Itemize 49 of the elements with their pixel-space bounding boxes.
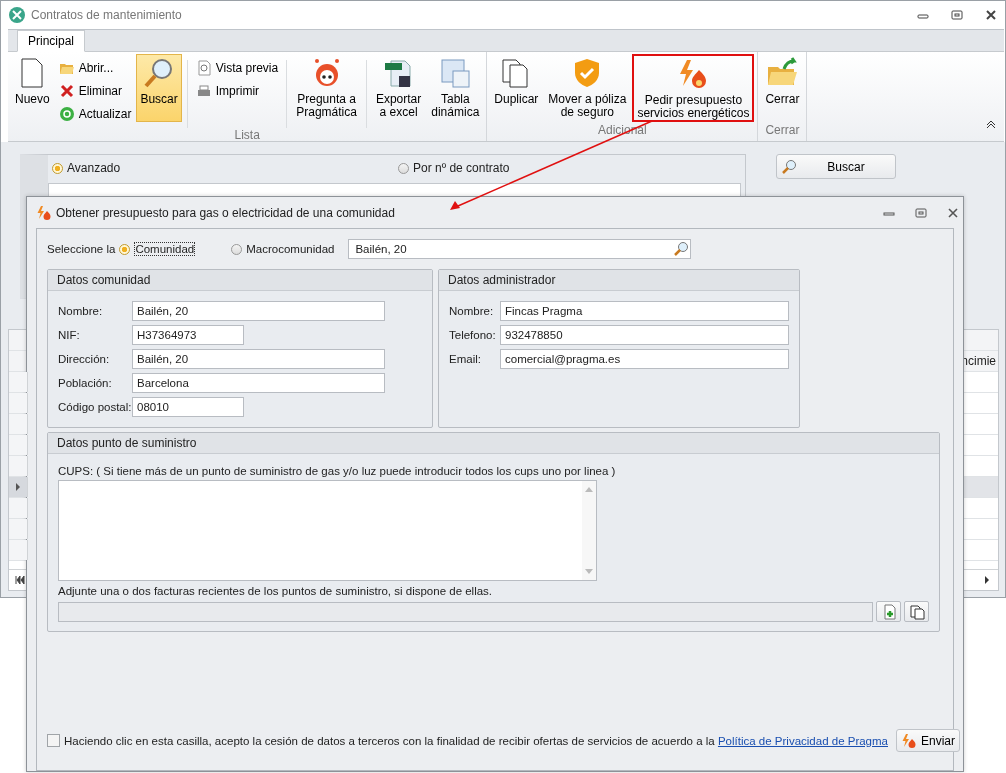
privacy-link[interactable]: Política de Privacidad de Pragma bbox=[717, 734, 888, 747]
input-field[interactable]: 932478850 bbox=[500, 325, 789, 345]
input-field[interactable]: H37364973 bbox=[132, 325, 244, 345]
input-field[interactable]: Barcelona bbox=[132, 373, 385, 393]
ribbon-button[interactable]: Actualizar bbox=[55, 103, 135, 125]
ribbon-button[interactable]: Pregunta a Pragmática bbox=[292, 54, 361, 122]
ribbon-button[interactable]: Mover a póliza de seguro bbox=[544, 54, 631, 122]
ribbon-button[interactable]: Cerrar bbox=[761, 54, 804, 122]
ribbon-tab[interactable]: Principal bbox=[17, 30, 86, 52]
field-label: Nombre: bbox=[58, 305, 104, 317]
radio-option[interactable]: Macrocomunidad bbox=[231, 243, 335, 255]
field-label: CUPS: ( Si tiene más de un punto de suministro de gas y/o luz puede introducir todos los cups uno por linea ) bbox=[58, 464, 617, 479]
input-field[interactable]: comercial@pragma.es bbox=[500, 349, 789, 369]
field-label: Nombre: bbox=[449, 305, 495, 317]
radio-option[interactable]: Por nº de contrato bbox=[398, 161, 510, 175]
consent-text: Haciendo clic en esta casilla, acepto la cesión de datos a terceros con la finalidad de recibir ofertas de servicios de acuerdo a la Política de Privacidad de Pragma bbox=[64, 734, 888, 747]
ribbon-button[interactable]: Buscar bbox=[136, 54, 182, 122]
selector-label: Seleccione la bbox=[47, 243, 116, 255]
window-title: Contratos de mantenimiento bbox=[31, 8, 182, 22]
send-button[interactable]: Enviar bbox=[896, 729, 960, 752]
ribbon-button[interactable]: Exportar a excel bbox=[371, 54, 426, 122]
ribbon-button[interactable]: Pedir presupuesto servicios energéticos bbox=[632, 54, 755, 122]
group-title: Datos comunidad bbox=[48, 270, 432, 291]
search-button[interactable]: Buscar bbox=[776, 154, 896, 179]
input-field[interactable]: Bailén, 20 bbox=[132, 301, 385, 321]
ribbon-button[interactable]: Tabla dinámica bbox=[427, 54, 484, 122]
input-field[interactable]: 08010 bbox=[132, 397, 244, 417]
ribbon-button[interactable]: Duplicar bbox=[490, 54, 543, 122]
field-label: Población: bbox=[58, 377, 113, 389]
input-field[interactable]: Fincas Pragma bbox=[500, 301, 789, 321]
ribbon-button[interactable]: Vista previa bbox=[192, 57, 282, 79]
radio-option[interactable]: Avanzado bbox=[52, 161, 398, 175]
ribbon-button[interactable]: Imprimir bbox=[192, 80, 282, 102]
field-label: Código postal: bbox=[58, 401, 132, 413]
ribbon-button[interactable]: Eliminar bbox=[55, 80, 135, 102]
ribbon-button[interactable]: Abrir... bbox=[55, 57, 135, 79]
group-title: Datos administrador bbox=[439, 270, 799, 291]
dialog-title: Obtener presupuesto para gas o electricidad de una comunidad bbox=[56, 205, 395, 220]
group-label: Lista bbox=[233, 128, 261, 142]
field-label: Email: bbox=[449, 353, 482, 365]
ribbon-button[interactable]: Nuevo bbox=[11, 54, 54, 122]
field-label: Dirección: bbox=[58, 353, 111, 365]
group-label: Cerrar bbox=[764, 123, 801, 139]
community-field[interactable]: Bailén, 20 bbox=[348, 239, 692, 259]
field-label: Adjunte una o dos facturas recientes de los puntos de suministro, si dispone de ellas. bbox=[58, 585, 494, 599]
input-field[interactable]: Bailén, 20 bbox=[132, 349, 385, 369]
field-label: Telefono: bbox=[449, 329, 497, 341]
field-label: NIF: bbox=[58, 329, 81, 341]
group-title: Datos punto de suministro bbox=[48, 433, 939, 454]
